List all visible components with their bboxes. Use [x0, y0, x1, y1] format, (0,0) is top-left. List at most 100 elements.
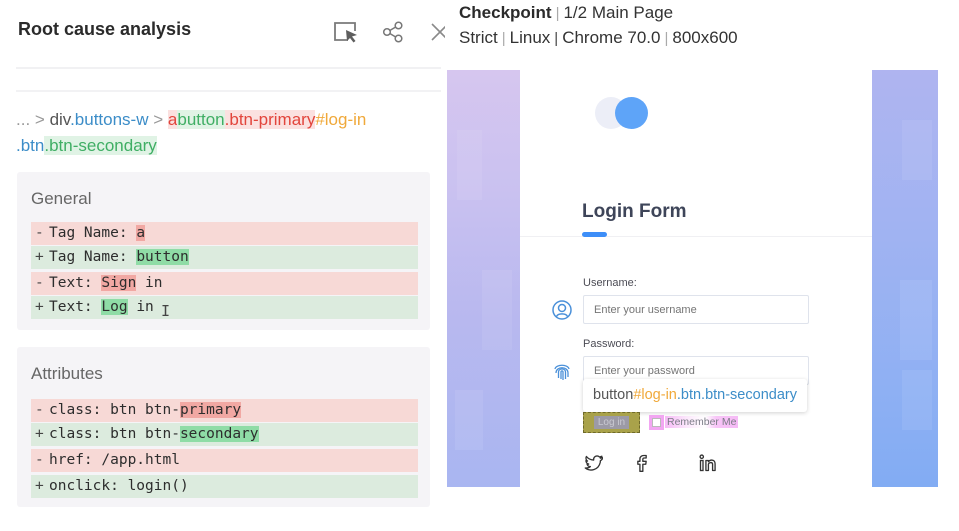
tooltip-tag: button — [593, 387, 634, 403]
logo-circle-blue — [615, 97, 648, 129]
separator: | — [555, 5, 560, 22]
background-gradient-left — [447, 70, 520, 487]
tooltip-id: #log-in — [633, 387, 677, 403]
facebook-icon[interactable] — [632, 453, 652, 473]
diff-row-added: + Text: Log in — [31, 296, 418, 319]
background-tile — [900, 280, 932, 360]
diff-text: Tag Name: — [49, 249, 137, 265]
diff-text: class: btn btn- — [49, 402, 180, 418]
selector-added-tag: button — [177, 110, 225, 129]
tooltip-classes: .btn.btn-secondary — [676, 387, 797, 403]
attributes-section: Attributes - class: btn btn-primary + clas… — [17, 347, 430, 507]
diff-text: in — [136, 275, 163, 291]
selector-class: .btn — [16, 136, 45, 155]
fingerprint-icon — [554, 364, 570, 380]
browser-label: Chrome 70.0 — [562, 28, 661, 47]
diff-highlight: primary — [179, 402, 242, 418]
diff-mark: + — [35, 426, 44, 442]
selector-parent-tag: div — [49, 110, 71, 129]
remember-me-label: Remember Me — [665, 416, 739, 428]
linkedin-icon[interactable] — [698, 453, 718, 473]
diff-row-removed: - Text: Sign in — [31, 272, 418, 295]
root-cause-panel: Root cause analysis ... > div.buttons-w … — [0, 0, 449, 531]
checkpoint-label: Checkpoint — [459, 3, 552, 22]
viewport-size: 800x600 — [672, 28, 738, 47]
select-element-button[interactable] — [330, 18, 362, 46]
title-underline — [582, 232, 607, 237]
background-tile — [902, 370, 932, 430]
diff-row-removed: - Tag Name: a — [31, 222, 418, 245]
selector-separator: > — [34, 110, 45, 129]
diff-mark: - — [35, 402, 44, 418]
panel-title: Root cause analysis — [18, 19, 192, 39]
diff-highlight: secondary — [179, 426, 259, 442]
diff-text: Text: — [49, 275, 102, 291]
selector-added-class: .btn-secondary — [44, 136, 157, 155]
general-diff: - Tag Name: a + Tag Name: button - Text: Si… — [31, 222, 418, 320]
diff-text: Text: — [49, 299, 102, 315]
share-icon — [382, 21, 403, 43]
diff-row-removed: - href: /app.html — [31, 449, 418, 472]
checkpoint-header: Checkpoint | 1/2 Main Page — [459, 3, 673, 23]
remember-me[interactable]: Remember Me — [652, 416, 739, 428]
diff-text: Tag Name: — [49, 225, 137, 241]
checkpoint-step: 1/2 Main Page — [563, 3, 674, 22]
diff-mark: - — [35, 275, 44, 291]
background-tile — [457, 130, 482, 200]
section-divider — [16, 90, 441, 92]
diff-highlight: Log — [101, 299, 128, 315]
login-button-label: Log in — [593, 416, 630, 429]
selector-separator: > — [153, 110, 164, 129]
text-cursor-icon: I — [161, 302, 171, 320]
header-divider — [16, 67, 441, 69]
app-logo — [595, 95, 655, 129]
login-button[interactable]: Log in — [583, 412, 640, 433]
username-input[interactable] — [583, 295, 809, 324]
diff-row-added: + class: btn btn-secondary — [31, 423, 418, 446]
diff-mark: + — [35, 299, 44, 315]
diff-highlight: button — [136, 249, 189, 265]
form-divider — [520, 236, 872, 237]
attributes-diff: - class: btn btn-primary + class: btn btn-… — [31, 399, 418, 499]
diff-mark: - — [35, 452, 44, 468]
diff-mark: + — [35, 249, 44, 265]
element-tooltip: button#log-in.btn.btn-secondary — [583, 379, 807, 412]
diff-mark: + — [35, 478, 44, 494]
element-selector-path: ... > div.buttons-w > abutton.btn-primar… — [16, 107, 436, 159]
selector-id: #log-in — [315, 110, 367, 129]
diff-text: class: btn btn- — [49, 426, 180, 442]
diff-text: in — [127, 299, 154, 315]
checkpoint-screenshot: Login Form Username: Password: button#lo… — [447, 70, 938, 487]
remember-me-checkbox[interactable] — [652, 417, 661, 427]
attributes-title: Attributes — [31, 364, 103, 383]
separator: | — [664, 30, 669, 47]
general-section: General - Tag Name: a + Tag Name: button -… — [17, 172, 430, 330]
select-element-icon — [334, 22, 357, 43]
diff-text: href: /app.html — [49, 452, 180, 468]
checkpoint-properties: Strict | Linux | Chrome 70.0 | 800x600 — [459, 28, 738, 48]
form-title: Login Form — [582, 201, 687, 222]
selector-parent-class: .buttons-w — [70, 110, 149, 129]
selector-removed-tag: a — [167, 110, 178, 129]
match-level: Strict — [459, 28, 498, 47]
background-gradient-right — [872, 70, 938, 487]
separator: | — [554, 30, 559, 47]
os-label: Linux — [509, 28, 551, 47]
diff-mark: - — [35, 225, 44, 241]
checkpoint-panel: Checkpoint | 1/2 Main Page Strict | Linux | Ch… — [445, 0, 959, 531]
share-button[interactable] — [377, 18, 409, 46]
background-tile — [455, 390, 483, 450]
username-label: Username: — [583, 277, 637, 289]
password-label: Password: — [583, 338, 635, 350]
diff-row-added: + onclick: login() — [31, 475, 418, 498]
twitter-icon[interactable] — [584, 453, 604, 473]
background-tile — [482, 270, 512, 350]
background-tile — [902, 120, 932, 180]
user-icon — [552, 300, 572, 320]
selector-removed-class: .btn-primary — [224, 110, 316, 129]
diff-row-added: + Tag Name: button — [31, 246, 418, 269]
general-title: General — [31, 189, 92, 208]
selector-ellipsis: ... — [16, 110, 31, 129]
diff-row-removed: - class: btn btn-primary — [31, 399, 418, 422]
diff-highlight: Sig — [101, 275, 128, 291]
